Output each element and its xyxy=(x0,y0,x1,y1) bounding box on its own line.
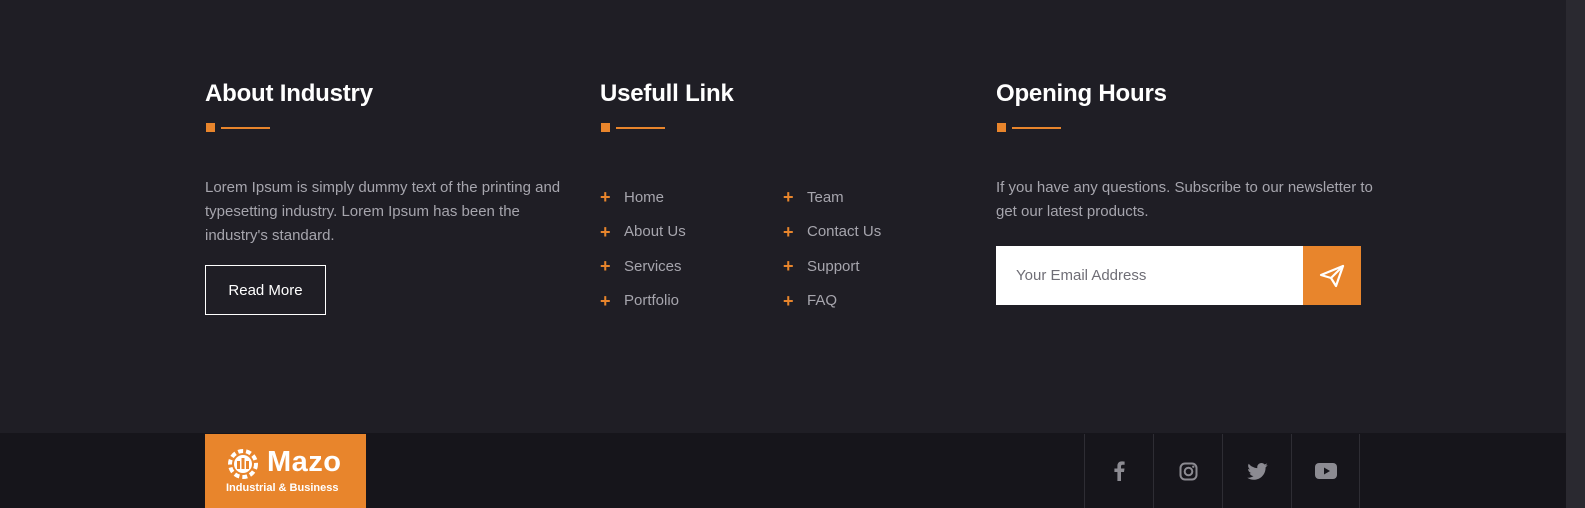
links-heading: Usefull Link xyxy=(600,80,734,107)
about-section: About Industry Lorem Ipsum is simply dum… xyxy=(205,80,575,315)
footer-link-contact[interactable]: + Contact Us xyxy=(783,215,881,250)
footer-link-support[interactable]: + Support xyxy=(783,249,881,284)
about-heading: About Industry xyxy=(205,80,373,107)
page-edge xyxy=(1566,0,1585,508)
footer-link-faq[interactable]: + FAQ xyxy=(783,284,881,319)
brand-tagline: Industrial & Business xyxy=(226,482,339,494)
heading-divider xyxy=(205,123,575,133)
facebook-link[interactable] xyxy=(1084,434,1153,508)
links-column-2: + Team + Contact Us + Support + FAQ xyxy=(783,180,881,318)
plus-icon: + xyxy=(600,290,611,311)
twitter-icon xyxy=(1246,462,1268,480)
brand-name: Mazo xyxy=(267,446,342,478)
twitter-link[interactable] xyxy=(1222,434,1291,508)
footer-main: About Industry Lorem Ipsum is simply dum… xyxy=(0,0,1566,433)
hours-heading: Opening Hours xyxy=(996,80,1167,107)
youtube-icon xyxy=(1314,463,1337,479)
read-more-button[interactable]: Read More xyxy=(205,265,326,315)
social-links xyxy=(1084,434,1360,508)
heading-divider xyxy=(996,123,1376,133)
newsletter-text: If you have any questions. Subscribe to … xyxy=(996,179,1373,220)
paper-plane-icon xyxy=(1319,264,1345,287)
subscribe-button[interactable] xyxy=(1303,246,1361,305)
plus-icon: + xyxy=(783,290,794,311)
opening-hours-section: Opening Hours If you have any questions.… xyxy=(996,80,1376,305)
footer-link-portfolio[interactable]: + Portfolio xyxy=(600,284,686,319)
facebook-icon xyxy=(1114,461,1125,481)
footer-link-services[interactable]: + Services xyxy=(600,249,686,284)
useful-links-section: Usefull Link + Home + About Us + Services +… xyxy=(600,80,970,310)
heading-divider xyxy=(600,123,970,133)
instagram-icon xyxy=(1179,462,1197,480)
plus-icon: + xyxy=(783,256,794,277)
newsletter-form xyxy=(996,246,1361,305)
plus-icon: + xyxy=(600,187,611,208)
links-column-1: + Home + About Us + Services + Portfolio xyxy=(600,180,686,318)
email-input[interactable] xyxy=(996,246,1303,305)
footer-link-about[interactable]: + About Us xyxy=(600,215,686,250)
plus-icon: + xyxy=(600,256,611,277)
instagram-link[interactable] xyxy=(1153,434,1222,508)
plus-icon: + xyxy=(783,221,794,242)
brand-logo[interactable]: Mazo Industrial & Business xyxy=(205,434,366,508)
footer-link-team[interactable]: + Team xyxy=(783,180,881,215)
plus-icon: + xyxy=(600,221,611,242)
plus-icon: + xyxy=(783,187,794,208)
youtube-link[interactable] xyxy=(1291,434,1360,508)
about-text: Lorem Ipsum is simply dummy text of the … xyxy=(205,179,561,244)
footer-link-home[interactable]: + Home xyxy=(600,180,686,215)
gear-logo-icon xyxy=(228,449,258,479)
